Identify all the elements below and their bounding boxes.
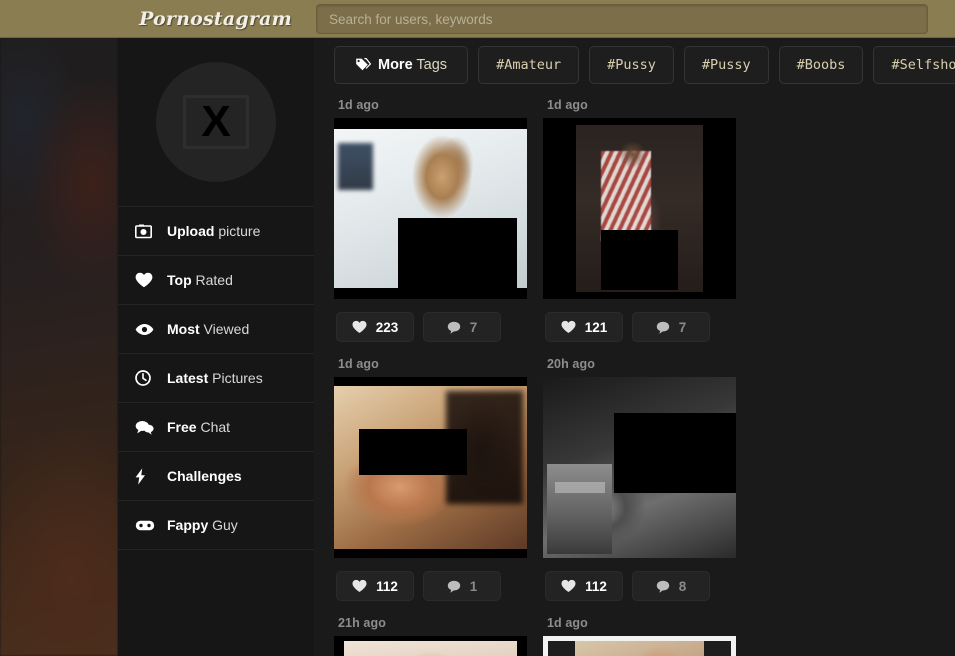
post-actions: 223 7 bbox=[334, 299, 538, 342]
comment-icon bbox=[447, 321, 461, 334]
site-logo[interactable]: Pornostagram bbox=[118, 8, 313, 30]
comment-icon bbox=[447, 580, 461, 593]
profile-avatar-area: X bbox=[118, 38, 314, 206]
heart-icon bbox=[352, 579, 367, 593]
sidebar-item-fappy-guy[interactable]: Fappy Guy bbox=[118, 501, 314, 550]
post-photo[interactable] bbox=[334, 636, 527, 656]
comment-button[interactable]: 8 bbox=[632, 571, 710, 601]
like-count: 121 bbox=[585, 320, 608, 335]
comment-button[interactable]: 7 bbox=[423, 312, 501, 342]
chat-icon bbox=[135, 420, 163, 435]
comment-button[interactable]: 1 bbox=[423, 571, 501, 601]
sidebar-item-latest-pictures[interactable]: Latest Pictures bbox=[118, 354, 314, 403]
link-icon bbox=[135, 520, 163, 531]
like-button[interactable]: 223 bbox=[336, 312, 414, 342]
sidebar-item-label: Most Viewed bbox=[167, 321, 249, 337]
sidebar-item-top-rated[interactable]: Top Rated bbox=[118, 256, 314, 305]
comment-icon bbox=[656, 321, 670, 334]
background-image-left bbox=[0, 0, 118, 656]
sidebar-item-label: Fappy Guy bbox=[167, 517, 238, 533]
sidebar-item-free-chat[interactable]: Free Chat bbox=[118, 403, 314, 452]
heart-icon bbox=[352, 320, 367, 334]
tag-chip[interactable]: #Boobs bbox=[779, 46, 864, 84]
eye-icon bbox=[135, 323, 163, 336]
tag-chip[interactable]: #Pussy bbox=[684, 46, 769, 84]
heart-icon bbox=[135, 272, 163, 288]
main-content: More Tags #Amateur #Pussy #Pussy #Boobs … bbox=[314, 38, 955, 656]
post-timestamp: 21h ago bbox=[334, 609, 538, 636]
like-count: 223 bbox=[376, 320, 399, 335]
censor-bar bbox=[614, 413, 736, 493]
comment-count: 7 bbox=[679, 320, 687, 335]
top-header-bar: Pornostagram bbox=[0, 0, 955, 38]
comment-count: 7 bbox=[470, 320, 478, 335]
post-photo[interactable] bbox=[334, 118, 527, 299]
tag-chip[interactable]: #Amateur bbox=[478, 46, 579, 84]
search-input[interactable] bbox=[316, 4, 928, 34]
sidebar-item-label: Top Rated bbox=[167, 272, 233, 288]
like-count: 112 bbox=[585, 579, 607, 594]
heart-icon bbox=[561, 320, 576, 334]
post-photo[interactable] bbox=[543, 636, 736, 656]
post-actions: 121 7 bbox=[543, 299, 747, 342]
post-timestamp: 1d ago bbox=[334, 91, 538, 118]
sidebar-item-upload-picture[interactable]: Upload picture bbox=[118, 207, 314, 256]
bolt-icon bbox=[135, 468, 163, 485]
broken-image-glyph: X bbox=[201, 100, 230, 144]
sidebar-nav: Upload picture Top Rated Most Viewed Lat… bbox=[118, 206, 314, 550]
photo-post: 21h ago1043 bbox=[334, 609, 538, 656]
camera-icon bbox=[135, 224, 163, 239]
like-button[interactable]: 121 bbox=[545, 312, 623, 342]
tags-icon bbox=[355, 58, 371, 72]
censor-bar bbox=[359, 429, 467, 474]
broken-image-icon: X bbox=[183, 95, 249, 149]
post-actions: 112 1 bbox=[334, 558, 538, 601]
tag-chip[interactable]: #Selfsho bbox=[873, 46, 955, 84]
sidebar-item-challenges[interactable]: Challenges bbox=[118, 452, 314, 501]
tag-bar: More Tags #Amateur #Pussy #Pussy #Boobs … bbox=[314, 38, 955, 91]
like-count: 112 bbox=[376, 579, 398, 594]
photo-post: 1d ago 223 7 bbox=[334, 91, 538, 350]
avatar[interactable]: X bbox=[156, 62, 276, 182]
photo-post: 1d ago945 bbox=[543, 609, 747, 656]
photo-post: 20h ago 112 8 bbox=[543, 350, 747, 609]
sidebar-item-label: Free Chat bbox=[167, 419, 230, 435]
comment-count: 8 bbox=[679, 579, 687, 594]
censor-bar bbox=[601, 230, 678, 290]
post-photo[interactable] bbox=[543, 118, 736, 299]
photo-post: 1d ago 121 7 bbox=[543, 91, 747, 350]
sidebar-item-label: Challenges bbox=[167, 468, 242, 484]
comment-count: 1 bbox=[470, 579, 478, 594]
app-root: Pornostagram X Upload picture T bbox=[0, 0, 955, 656]
sidebar: X Upload picture Top Rated bbox=[118, 38, 314, 656]
comment-button[interactable]: 7 bbox=[632, 312, 710, 342]
tag-chip[interactable]: #Pussy bbox=[589, 46, 674, 84]
sidebar-item-label: Upload picture bbox=[167, 223, 260, 239]
post-timestamp: 1d ago bbox=[543, 91, 747, 118]
post-photo[interactable] bbox=[334, 377, 527, 558]
photo-grid: 1d ago 223 7 1d ago 121 7 1d ago 112 1 20h ago 112… bbox=[314, 91, 955, 656]
photo-post: 1d ago 112 1 bbox=[334, 350, 538, 609]
like-button[interactable]: 112 bbox=[336, 571, 414, 601]
sidebar-item-label: Latest Pictures bbox=[167, 370, 263, 386]
post-timestamp: 1d ago bbox=[334, 350, 538, 377]
more-tags-label: More Tags bbox=[378, 57, 447, 73]
post-actions: 112 8 bbox=[543, 558, 747, 601]
post-timestamp: 20h ago bbox=[543, 350, 747, 377]
heart-icon bbox=[561, 579, 576, 593]
like-button[interactable]: 112 bbox=[545, 571, 623, 601]
post-timestamp: 1d ago bbox=[543, 609, 747, 636]
more-tags-button[interactable]: More Tags bbox=[334, 46, 468, 84]
sidebar-item-most-viewed[interactable]: Most Viewed bbox=[118, 305, 314, 354]
comment-icon bbox=[656, 580, 670, 593]
clock-icon bbox=[135, 370, 163, 386]
censor-bar bbox=[398, 218, 518, 289]
post-photo[interactable] bbox=[543, 377, 736, 558]
